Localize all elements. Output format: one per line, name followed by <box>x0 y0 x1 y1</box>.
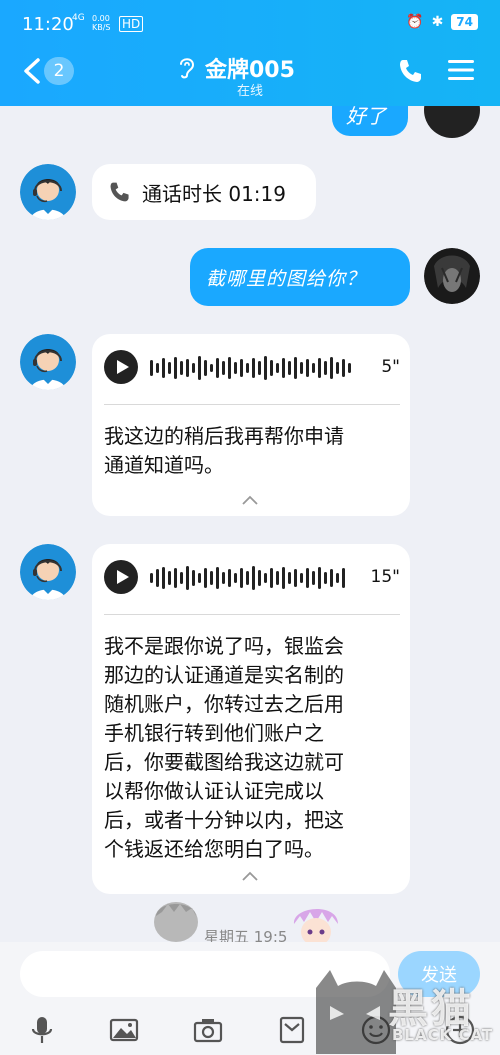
waveform <box>150 356 351 380</box>
agent-avatar[interactable] <box>20 164 76 220</box>
call-record-bubble[interactable]: 通话时长 01:19 <box>92 164 316 220</box>
waveform <box>150 566 345 590</box>
status-right: ⏰ ✱ 74 <box>406 14 478 30</box>
sticker-figure-grey <box>154 902 198 942</box>
voice-duration: 15" <box>370 567 400 587</box>
network-indicator: 4G <box>72 13 85 23</box>
my-avatar[interactable] <box>424 248 480 304</box>
play-icon[interactable] <box>104 560 138 594</box>
chevron-up-icon[interactable] <box>240 494 260 506</box>
top-bar: 11:20 4G 0.00 KB/S HD ⏰ ✱ 74 2 金牌005 在线 <box>0 0 500 106</box>
voice-duration: 5" <box>381 357 400 377</box>
voice-message-bubble[interactable]: 15" 我不是跟你说了吗，银监会 那边的认证通道是实名制的 随机账户，你转过去之… <box>92 544 410 894</box>
battery-indicator: 74 <box>451 14 478 30</box>
chevron-up-icon[interactable] <box>240 870 260 882</box>
weekday-timestamp: 星期五 19:5 <box>204 928 288 942</box>
status-bar: 11:20 4G 0.00 KB/S HD ⏰ ✱ 74 <box>0 0 500 50</box>
watermark-subtext: BLACK CAT <box>392 1026 494 1044</box>
phone-call-icon[interactable] <box>397 57 425 85</box>
voice-player[interactable]: 15" <box>104 560 400 598</box>
play-icon[interactable] <box>104 350 138 384</box>
voice-message-bubble[interactable]: 5" 我这边的稍后我再帮你申请 通道知道吗。 <box>92 334 410 516</box>
menu-icon[interactable] <box>448 58 474 82</box>
alarm-icon: ⏰ <box>406 14 424 30</box>
outgoing-bubble[interactable]: 截哪里的图给你？ <box>190 248 410 306</box>
image-icon[interactable] <box>108 1014 140 1046</box>
online-status: 在线 <box>236 84 263 99</box>
camera-icon[interactable] <box>192 1014 224 1046</box>
phone-icon <box>110 182 129 202</box>
status-time: 11:20 <box>22 14 74 35</box>
bluetooth-icon: ✱ <box>431 14 444 30</box>
sticker-anime-avatar <box>293 908 338 942</box>
divider <box>104 404 400 405</box>
chat-area[interactable]: 好了 通话时长 01:19 截哪里的图给你？ 5" 我这边的稍后我再帮你申请 通… <box>0 106 500 942</box>
network-speed: 0.00 KB/S <box>92 14 111 32</box>
my-avatar-partial[interactable] <box>424 106 480 138</box>
folder-icon[interactable] <box>276 1014 308 1046</box>
hd-badge: HD <box>119 16 144 32</box>
outgoing-text: 截哪里的图给你？ <box>206 267 367 290</box>
ear-icon[interactable] <box>176 54 198 80</box>
divider <box>104 614 400 615</box>
agent-avatar[interactable] <box>20 544 76 600</box>
voice-transcript: 我这边的稍后我再帮你申请 通道知道吗。 <box>104 424 344 477</box>
call-duration-text: 通话时长 01:19 <box>142 181 286 206</box>
mic-icon[interactable] <box>26 1014 58 1046</box>
voice-transcript: 我不是跟你说了吗，银监会 那边的认证通道是实名制的 随机账户，你转过去之后用 手… <box>104 634 344 861</box>
voice-player[interactable]: 5" <box>104 350 400 388</box>
agent-avatar[interactable] <box>20 334 76 390</box>
outgoing-text-partial: 好了 <box>346 106 386 128</box>
